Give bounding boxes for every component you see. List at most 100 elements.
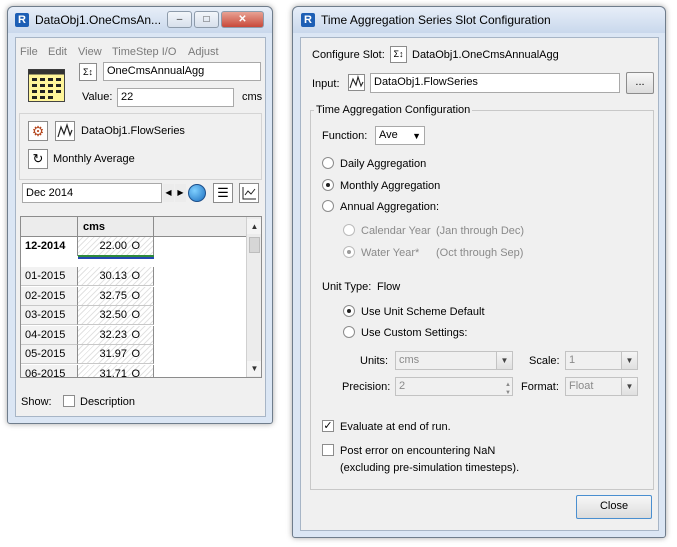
table-row-value: 31.71 [99,367,127,378]
scale-chevron-down-icon: ▼ [621,352,637,369]
scale-value: 1 [569,354,576,366]
units-select[interactable]: cms ▼ [395,351,513,370]
table-row-date[interactable]: 05-2015 [21,345,78,364]
table-row-flag: O [131,270,140,282]
separator-bar [21,259,247,267]
use-unit-scheme-default-label: Use Unit Scheme Default [361,306,485,318]
post-error-nan-checkbox[interactable] [322,444,334,456]
table-row-flag: O [131,309,140,321]
selected-row-date[interactable]: 12-2014 [21,237,78,256]
table-row-cell[interactable]: 31.97 O [78,345,154,364]
minimize-button[interactable]: – [167,11,192,28]
table-row-value: 30.13 [99,270,127,282]
slot-window: R DataObj1.OneCmsAn... – □ ✕ File Edit V… [7,6,273,424]
format-value: Float [569,380,594,392]
daily-aggregation-radio[interactable] [322,157,334,169]
config-dialog: R Time Aggregation Series Slot Configura… [292,6,666,538]
gear-icon[interactable]: ⚙ [28,121,48,141]
table-row-date[interactable]: 03-2015 [21,306,78,325]
calendar-year-label: Calendar Year [361,225,431,237]
table-scrollbar[interactable]: ▲ ▼ [246,217,261,377]
input-field[interactable]: DataObj1.FlowSeries [370,73,620,93]
selected-row-value: 22.00 [99,240,127,252]
precision-spinbox[interactable]: 2 ▲ ▼ [395,377,513,396]
aggregation-type-label: Monthly Average [53,153,135,165]
refresh-icon[interactable]: ↻ [28,149,48,169]
water-year-label: Water Year* [361,247,420,259]
scroll-down-button[interactable]: ▼ [247,361,261,376]
header-filler [154,217,247,237]
selected-row-cell[interactable]: 22.00 O [78,237,154,256]
table-row-cell[interactable]: 31.71 O [78,364,154,378]
units-label: Units: [360,355,389,367]
scale-select[interactable]: 1 ▼ [565,351,638,370]
units-chevron-down-icon: ▼ [496,352,512,369]
slot-window-titlebar[interactable]: R DataObj1.OneCmsAn... – □ ✕ [8,7,272,33]
format-select[interactable]: Float ▼ [565,377,638,396]
browse-button[interactable]: ... [626,72,654,94]
use-unit-scheme-default-radio[interactable] [343,305,355,317]
monthly-aggregation-radio[interactable] [322,179,334,191]
water-year-hint: (Oct through Sep) [436,247,524,259]
table-row-flag: O [131,367,140,378]
menu-edit[interactable]: Edit [48,46,67,58]
post-error-nan-hint: (excluding pre-simulation timesteps). [340,462,520,474]
function-value: Ave [379,129,398,141]
value-label: Value: [82,91,113,103]
selected-row-flag: O [131,240,140,252]
table-row-cell[interactable]: 32.50 O [78,306,154,325]
input-label: Input: [312,78,340,90]
slot-name-field[interactable]: OneCmsAnnualAgg [103,62,261,81]
table-row-date[interactable]: 06-2015 [21,364,78,377]
date-next-button[interactable]: ▶ [175,184,186,202]
annual-aggregation-radio[interactable] [322,200,334,212]
aggregation-slot-icon: Σ↕ [79,63,97,81]
table-row-cell[interactable]: 32.75 O [78,286,154,306]
column-header-cms[interactable]: cms [78,217,154,237]
precision-down-icon[interactable]: ▼ [505,386,511,395]
calendar-year-radio[interactable] [343,224,355,236]
globe-icon[interactable] [188,184,206,202]
water-year-radio[interactable] [343,246,355,258]
configure-slot-label: Configure Slot: [312,49,385,61]
use-custom-settings-radio[interactable] [343,326,355,338]
source-series-label: DataObj1.FlowSeries [81,125,185,137]
config-dialog-titlebar[interactable]: R Time Aggregation Series Slot Configura… [293,7,665,33]
precision-value: 2 [399,380,406,392]
table-row-flag: O [131,289,140,302]
monthly-aggregation-label: Monthly Aggregation [340,180,441,192]
table-row-date[interactable]: 02-2015 [21,286,78,306]
plot-view-icon[interactable] [239,183,259,203]
date-prev-button[interactable]: ◀ [163,184,174,202]
table-view-icon[interactable]: ☰ [213,183,233,203]
dialog-title: Time Aggregation Series Slot Configurati… [321,13,551,27]
function-select[interactable]: Ave ▼ [375,126,425,145]
table-row-date[interactable]: 01-2015 [21,267,78,286]
close-window-button[interactable]: ✕ [221,11,264,28]
corner-header [21,217,78,237]
close-button[interactable]: Close [576,495,652,519]
maximize-button[interactable]: □ [194,11,219,28]
description-checkbox[interactable] [63,395,75,407]
table-row-cell[interactable]: 32.23 O [78,325,154,345]
post-error-nan-label: Post error on encountering NaN [340,445,496,457]
evaluate-at-end-checkbox[interactable]: ✓ [322,420,334,432]
menu-adjust[interactable]: Adjust [188,46,219,58]
scroll-thumb[interactable] [249,237,260,253]
menu-file[interactable]: File [20,46,38,58]
value-unit: cms [242,91,263,103]
table-row-date[interactable]: 04-2015 [21,325,78,345]
configure-slot-icon: Σ↕ [390,46,407,63]
unit-type-label: Unit Type: [322,281,372,293]
menu-view[interactable]: View [78,46,102,58]
riverware-app-icon: R [15,13,29,27]
table-row-cell[interactable]: 30.13 O [78,267,154,286]
value-field[interactable]: 22 [117,88,234,107]
input-series-icon [348,74,365,91]
scroll-up-button[interactable]: ▲ [247,219,261,234]
date-field[interactable]: Dec 2014 [22,183,162,203]
units-value: cms [399,354,420,366]
aggregation-config-group-title: Time Aggregation Configuration [314,104,473,116]
chevron-down-icon: ▼ [412,131,421,141]
menu-timestep-io[interactable]: TimeStep I/O [112,46,176,58]
